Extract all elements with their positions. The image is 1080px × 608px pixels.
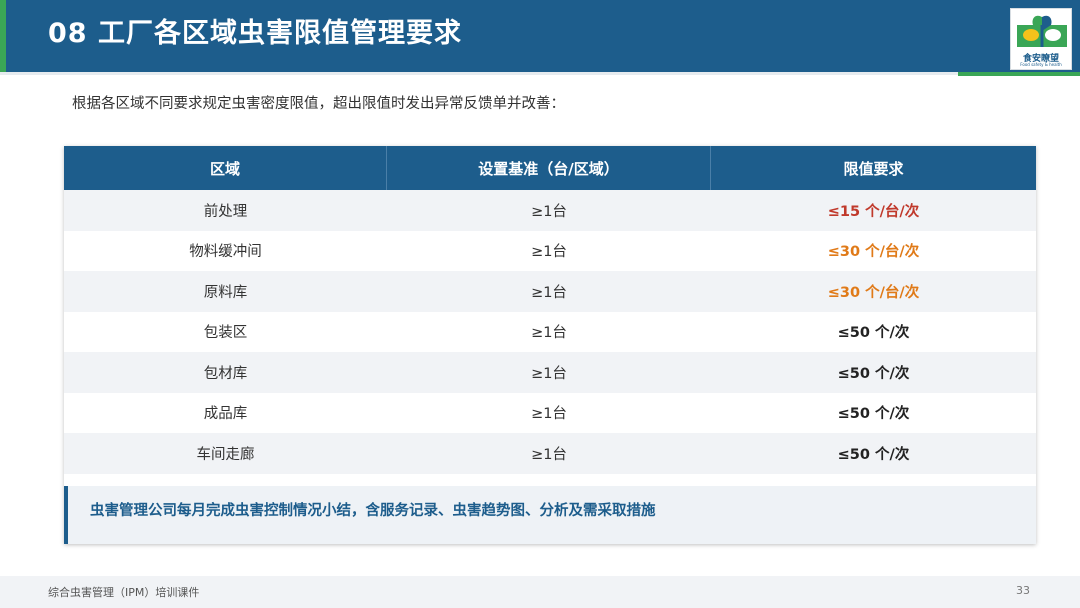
- header-green-underline: [958, 72, 1080, 76]
- header-limit: 限值要求: [843, 159, 904, 178]
- cell-standard: ≥1台: [531, 446, 567, 463]
- cell-standard: ≥1台: [531, 203, 567, 220]
- table-header: 区域 设置基准（台/区域） 限值要求: [64, 146, 1036, 190]
- header-area: 区域: [64, 146, 387, 190]
- cell-limit: ≤50 个/次: [837, 406, 910, 423]
- page-title: 08 工厂各区域虫害限值管理要求: [48, 18, 462, 49]
- cell-area: 前处理: [203, 203, 248, 220]
- cell-area: 包装区: [203, 325, 248, 342]
- cell-limit: ≤30 个/台/次: [827, 284, 920, 301]
- cell-area: 原料库: [203, 284, 248, 301]
- brand-logo: 食安瞭望 Food safety & health: [1010, 8, 1072, 70]
- cell-limit: ≤30 个/台/次: [827, 244, 920, 261]
- cell-standard: ≥1台: [531, 406, 567, 423]
- table-row-partial: [64, 473, 1036, 486]
- cell-standard: ≥1台: [531, 244, 567, 261]
- intro-text: 根据各区域不同要求规定虫害密度限值，超出限值时发出异常反馈单并改善：: [72, 96, 565, 112]
- limits-table: 区域 设置基准（台/区域） 限值要求 前处理 ≥1台 ≤15 个/台/次 物料缓…: [64, 146, 1036, 544]
- header-divider: [0, 72, 958, 75]
- cell-standard: ≥1台: [531, 284, 567, 301]
- table-body: 前处理 ≥1台 ≤15 个/台/次 物料缓冲间 ≥1台 ≤30 个/台/次 原料…: [64, 190, 1036, 486]
- page-number: 33: [1016, 584, 1030, 597]
- cell-standard: ≥1台: [531, 325, 567, 342]
- table-row: 原料库 ≥1台 ≤30 个/台/次: [64, 271, 1036, 312]
- table-row: 成品库 ≥1台 ≤50 个/次: [64, 392, 1036, 433]
- footer-course-name: 综合虫害管理（IPM）培训课件: [48, 586, 200, 599]
- cell-limit: ≤50 个/次: [837, 365, 910, 382]
- cell-area: 成品库: [203, 406, 248, 423]
- summary-callout: 虫害管理公司每月完成虫害控制情况小结，含服务记录、虫害趋势图、分析及需采取措施: [64, 486, 1036, 544]
- table-row: 包装区 ≥1台 ≤50 个/次: [64, 311, 1036, 352]
- header-bar: 08 工厂各区域虫害限值管理要求: [0, 0, 1080, 72]
- cell-area: 物料缓冲间: [189, 244, 262, 261]
- cell-area: 包材库: [203, 365, 248, 382]
- cell-limit: ≤50 个/次: [837, 446, 910, 463]
- callout-accent-bar: [64, 486, 68, 544]
- header-green-accent: [0, 0, 6, 72]
- cell-standard: ≥1台: [531, 365, 567, 382]
- cell-limit: ≤50 个/次: [837, 325, 910, 342]
- table-row: 前处理 ≥1台 ≤15 个/台/次: [64, 190, 1036, 231]
- cell-area: 车间走廊: [196, 446, 255, 463]
- table-row: 车间走廊 ≥1台 ≤50 个/次: [64, 433, 1036, 474]
- footer-bar: 综合虫害管理（IPM）培训课件 33: [0, 576, 1080, 608]
- header-standard: 设置基准（台/区域）: [387, 146, 711, 190]
- table-row: 物料缓冲间 ≥1台 ≤30 个/台/次: [64, 230, 1036, 271]
- leaf-logo-icon: [1017, 15, 1067, 47]
- table-row: 包材库 ≥1台 ≤50 个/次: [64, 352, 1036, 393]
- logo-subtitle: Food safety & health: [1020, 62, 1062, 67]
- cell-limit: ≤15 个/台/次: [827, 203, 920, 220]
- callout-text: 虫害管理公司每月完成虫害控制情况小结，含服务记录、虫害趋势图、分析及需采取措施: [90, 503, 656, 519]
